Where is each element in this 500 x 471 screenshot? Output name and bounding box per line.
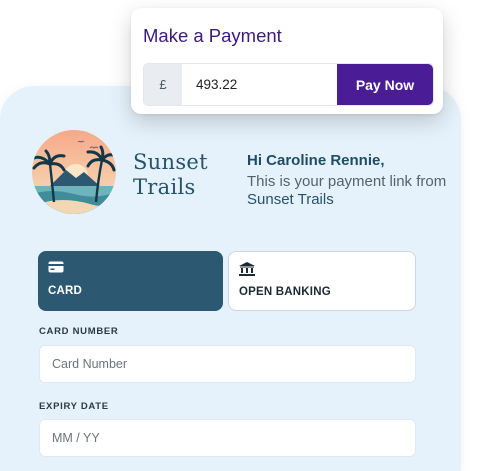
make-payment-title: Make a Payment — [143, 25, 282, 46]
expiry-date-input[interactable] — [39, 419, 416, 457]
greeting-message-text: This is your payment link from — [247, 173, 447, 190]
payment-method-open-banking-label: OPEN BANKING — [239, 286, 331, 298]
brand-line-1: Sunset — [133, 150, 208, 174]
payment-method-card[interactable]: CARD — [38, 251, 223, 311]
merchant-logo — [32, 130, 116, 214]
sunset-palm-island-logo-icon — [32, 130, 116, 214]
brand-line-2: Trails — [133, 175, 196, 199]
greeting-message: This is your payment link from Sunset Tr… — [247, 173, 446, 208]
payment-amount-input[interactable] — [182, 64, 337, 105]
currency-symbol: £ — [144, 64, 182, 105]
payment-amount-row: £ Pay Now — [143, 63, 434, 106]
payment-method-open-banking[interactable]: OPEN BANKING — [228, 251, 416, 311]
bank-icon — [239, 262, 255, 276]
card-number-input[interactable] — [39, 345, 416, 383]
make-payment-card: Make a Payment £ Pay Now — [131, 8, 443, 114]
merchant-brand-name: Sunset Trails — [133, 150, 208, 200]
greeting-hello: Hi Caroline Rennie, — [247, 152, 385, 169]
greeting-brand: Sunset Trails — [247, 191, 334, 208]
greeting-block: Hi Caroline Rennie, This is your payment… — [247, 152, 457, 209]
card-number-label: CARD NUMBER — [39, 326, 119, 337]
expiry-date-label: EXPIRY DATE — [39, 401, 109, 412]
card-icon — [48, 261, 64, 273]
pay-now-button[interactable]: Pay Now — [337, 64, 433, 105]
payment-method-card-label: CARD — [48, 285, 83, 297]
